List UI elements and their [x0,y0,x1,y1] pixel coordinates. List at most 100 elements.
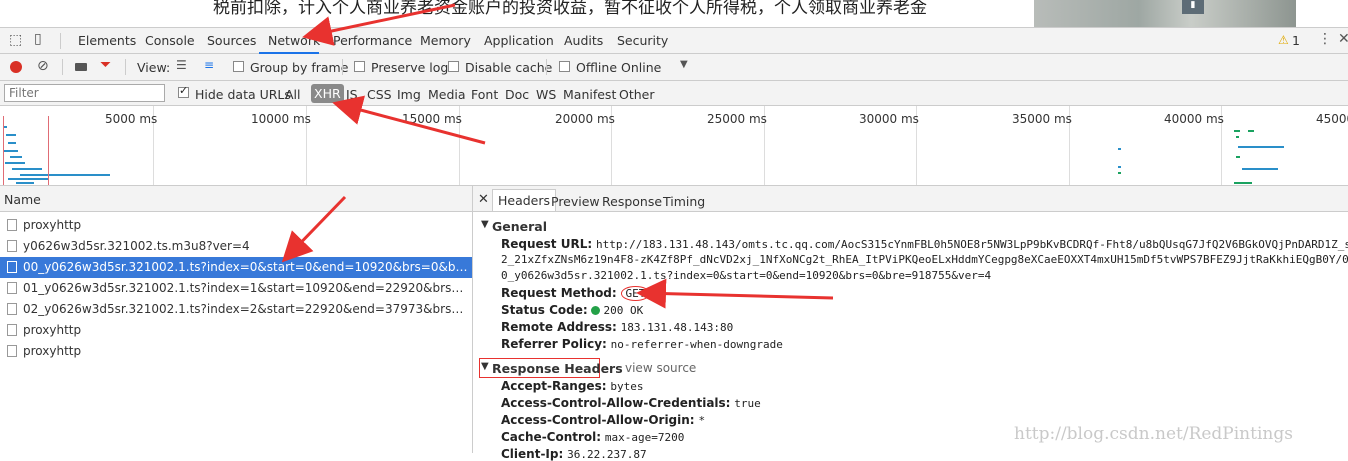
devtools-main-toolbar: ⬚ ▯ Elements Console Sources Network Per… [0,27,1348,54]
remote-address-label: Remote Address: [501,320,617,334]
filter-type-css[interactable]: CSS [367,87,392,102]
request-row[interactable]: 02_y0626w3d5sr.321002.1.ts?index=2&start… [0,299,472,320]
tab-security[interactable]: Security [617,33,668,48]
waterfall-view-icon[interactable]: ≡ [204,58,214,72]
chevron-down-icon[interactable]: ▼ [680,59,688,70]
response-header-row: Access-Control-Allow-Credentials: true [501,396,761,410]
preserve-log-checkbox[interactable] [354,61,365,72]
request-detail-pane: ✕ Headers Preview Response Timing ▼ Gene… [473,186,1348,461]
filter-type-manifest[interactable]: Manifest [563,87,616,102]
header-name: Cache-Control: [501,430,602,444]
response-header-row: Client-Ip: 36.22.237.87 [501,447,647,461]
filter-type-all[interactable]: All [285,87,301,102]
status-ok-icon [591,306,601,315]
request-row[interactable]: 01_y0626w3d5sr.321002.1.ts?index=1&start… [0,278,472,299]
file-icon [7,282,17,294]
filter-type-doc[interactable]: Doc [505,87,529,102]
group-by-frame-checkbox[interactable] [233,61,244,72]
timeline-bars [3,116,1284,185]
request-row[interactable]: proxyhttp [0,320,472,341]
referrer-policy-label: Referrer Policy: [501,337,607,351]
status-code-value: 200 OK [603,304,644,317]
timeline-overview[interactable]: 5000 ms 10000 ms 15000 ms 20000 ms 25000… [0,106,1348,186]
disable-cache-label: Disable cache [465,60,553,75]
page-content-strip: 税前扣除，计入个人商业养老资金账户的投资收益，暂不征收个人所得税，个人领取商业养… [0,0,1348,27]
tab-preview[interactable]: Preview [551,194,600,209]
tab-network[interactable]: Network [268,33,320,48]
watermark: http://blog.csdn.net/RedPintings [1014,424,1293,444]
page-text: 税前扣除，计入个人商业养老资金账户的投资收益，暂不征收个人所得税，个人领取商业养… [213,0,927,18]
header-value: max-age=7200 [604,431,685,444]
toolbar-divider [60,33,61,49]
device-toolbar-icon[interactable]: ▯ [34,31,42,47]
tab-response[interactable]: Response [602,194,662,209]
warning-icon[interactable]: ⚠ [1278,33,1289,47]
view-label: View: [137,60,171,75]
tab-audits[interactable]: Audits [564,33,603,48]
name-column-header[interactable]: Name [0,186,472,212]
warning-count[interactable]: 1 [1292,33,1300,48]
status-code-label: Status Code: [501,303,588,317]
referrer-policy-value: no-referrer-when-downgrade [610,338,783,351]
response-header-row: Access-Control-Allow-Origin: * [501,413,705,427]
request-row[interactable]: y0626w3d5sr.321002.ts.m3u8?ver=4 [0,236,472,257]
tab-performance[interactable]: Performance [333,33,412,48]
tab-console[interactable]: Console [145,33,195,48]
offline-checkbox[interactable] [559,61,570,72]
header-value: true [734,397,761,410]
disable-cache-checkbox[interactable] [448,61,459,72]
header-value: 36.22.237.87 [567,448,647,461]
group-by-frame-label: Group by frame [250,60,349,75]
request-row-selected[interactable]: 00_y0626w3d5sr.321002.1.ts?index=0&start… [0,257,472,278]
hide-data-urls-checkbox[interactable] [178,84,189,98]
filter-type-font[interactable]: Font [471,87,498,102]
collapse-triangle-icon[interactable]: ▼ [481,219,489,230]
file-icon [7,240,17,252]
header-value: * [698,414,706,427]
header-value: bytes [610,380,644,393]
collapse-triangle-icon[interactable]: ▼ [481,361,489,372]
close-detail-icon[interactable]: ✕ [478,192,489,207]
screenshot-icon[interactable] [75,63,87,71]
general-section-title[interactable]: General [492,219,547,234]
tab-memory[interactable]: Memory [420,33,471,48]
clear-icon[interactable]: ⊘ [37,58,49,74]
filter-icon[interactable]: ⏷ [100,57,111,73]
tab-application[interactable]: Application [484,33,554,48]
tab-sources[interactable]: Sources [207,33,256,48]
page-photo: ▮ [1034,0,1296,27]
view-source-link[interactable]: view source [625,361,696,375]
request-url-value: http://183.131.48.143/omts.tc.qq.com/Aoc… [595,238,1348,251]
network-toolbar: ⊘ ⏷ View: ☰ ≡ Group by frame Preserve lo… [0,54,1348,81]
close-devtools-icon[interactable]: ✕ [1338,31,1348,47]
request-row[interactable]: proxyhttp [0,215,472,236]
file-icon [7,345,17,357]
request-name: proxyhttp [23,323,82,337]
record-button[interactable] [10,61,22,73]
more-options-icon[interactable]: ⋮ [1318,31,1332,47]
request-list-pane: Name proxyhttp y0626w3d5sr.321002.ts.m3u… [0,186,473,453]
inspect-element-icon[interactable]: ⬚ [9,32,22,48]
filter-input[interactable] [4,84,165,102]
filter-type-other[interactable]: Other [619,87,655,102]
filter-type-img[interactable]: Img [397,87,421,102]
request-url-value-line2: 2_21xZfxZNsM6z19n4F8-zK4Zf8Pf_dNcVD2xj_1… [501,253,1348,266]
request-url-value-line3: 0_y0626w3d5sr.321002.1.ts?index=0&start=… [501,269,992,282]
list-view-icon[interactable]: ☰ [176,58,187,72]
filter-type-js[interactable]: JS [346,87,358,102]
request-row[interactable]: proxyhttp [0,341,472,362]
tab-timing[interactable]: Timing [663,194,705,209]
request-url-label: Request URL: [501,237,593,251]
tab-elements[interactable]: Elements [78,33,136,48]
filter-type-media[interactable]: Media [428,87,466,102]
filter-type-ws[interactable]: WS [536,87,556,102]
request-name: 01_y0626w3d5sr.321002.1.ts?index=1&start… [23,281,468,295]
throttle-select[interactable]: Online [621,60,661,75]
request-method-label: Request Method: [501,286,617,300]
response-headers-section-title[interactable]: Response Headers [492,361,623,376]
request-name: proxyhttp [23,218,82,232]
referrer-policy-row: Referrer Policy: no-referrer-when-downgr… [501,337,783,351]
filter-type-xhr[interactable]: XHR [311,84,344,103]
tab-headers[interactable]: Headers [492,189,557,211]
file-icon [7,324,17,336]
